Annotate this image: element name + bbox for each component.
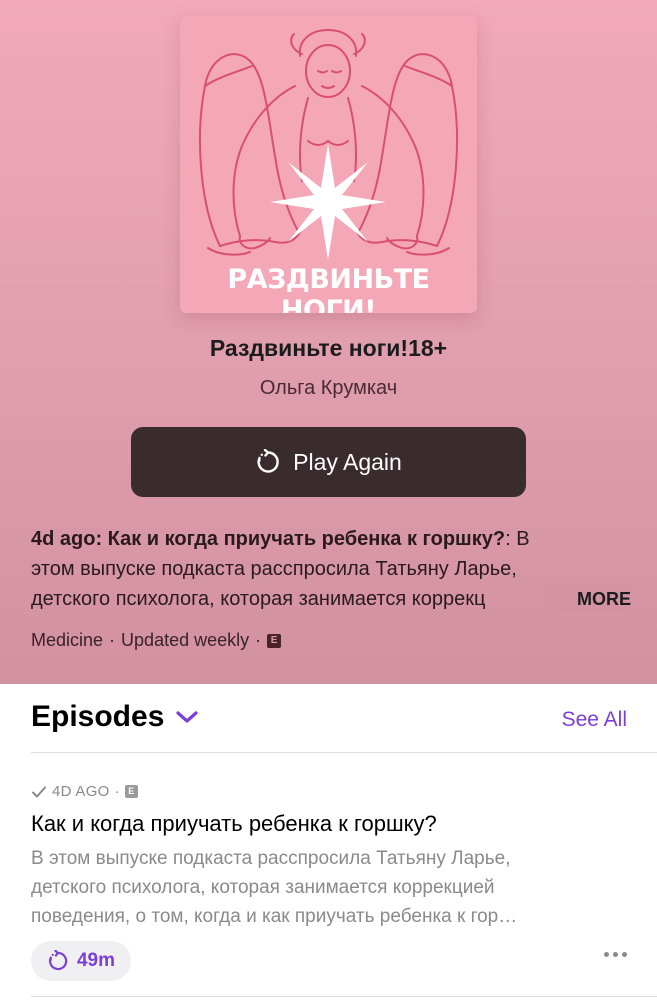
episodes-title: Episodes — [31, 700, 165, 733]
description-line-3-text: детского психолога, которая занимается к… — [31, 588, 486, 610]
podcast-header: РАЗДВИНЬТЕ НОГИ! Раздвиньте ноги!18+ Оль… — [0, 0, 657, 684]
description-line-1: 4d ago: Как и когда приучать ребенка к г… — [31, 524, 631, 554]
episode-description-line: детского психолога, которая занимается к… — [31, 877, 495, 898]
category-link[interactable]: Medicine — [31, 630, 103, 651]
episode-explicit-badge: E — [124, 785, 138, 798]
episode-description: В этом выпуске подкаста расспросила Тать… — [31, 844, 631, 931]
update-frequency: Updated weekly — [121, 630, 250, 650]
description-line-3: детского психолога, которая занимается к… — [31, 584, 631, 614]
chevron-down-icon — [176, 711, 198, 723]
artwork-title: РАЗДВИНЬТЕ НОГИ! — [227, 264, 430, 313]
episode-play-button[interactable]: 49m — [31, 941, 131, 981]
description-line-1-rest: : В — [505, 528, 530, 550]
replay-icon — [257, 449, 279, 473]
explicit-badge: E — [267, 633, 282, 648]
episode-description-line: поведения, о том, когда и как приучать р… — [31, 906, 518, 927]
podcast-meta: Medicine · Updated weekly · E — [31, 630, 282, 651]
episode-title[interactable]: Как и когда приучать ребенка к горшку? — [31, 811, 437, 837]
episode-duration: 49m — [76, 950, 116, 971]
more-button[interactable]: MORE — [537, 584, 631, 614]
meta-separator: · — [109, 630, 116, 650]
replay-icon — [49, 950, 68, 971]
podcast-description[interactable]: 4d ago: Как и когда приучать ребенка к г… — [31, 524, 631, 614]
episode-meta: 4D AGO · E — [31, 783, 138, 800]
episode-description-line: В этом выпуске подкаста расспросила Тать… — [31, 848, 511, 869]
episode-meta-separator: · — [114, 783, 120, 800]
divider — [31, 996, 657, 997]
divider — [31, 752, 657, 753]
episode-date: 4D AGO — [52, 783, 110, 800]
meta-separator: · — [255, 630, 262, 650]
episodes-toggle[interactable]: Episodes — [31, 700, 200, 734]
checkmark-icon — [32, 786, 46, 797]
play-again-button[interactable]: Play Again — [131, 427, 526, 497]
play-again-label: Play Again — [293, 448, 402, 475]
description-line-2: этом выпуске подкаста расспросила Татьян… — [31, 558, 517, 580]
podcast-title: Раздвиньте ноги!18+ — [209, 335, 448, 361]
ellipsis-icon[interactable] — [604, 952, 627, 957]
description-lead: 4d ago: Как и когда приучать ребенка к г… — [31, 528, 506, 550]
podcast-artwork[interactable]: РАЗДВИНЬТЕ НОГИ! — [180, 16, 477, 313]
see-all-link[interactable]: See All — [562, 708, 627, 732]
podcast-author[interactable]: Ольга Крумкач — [0, 377, 657, 400]
